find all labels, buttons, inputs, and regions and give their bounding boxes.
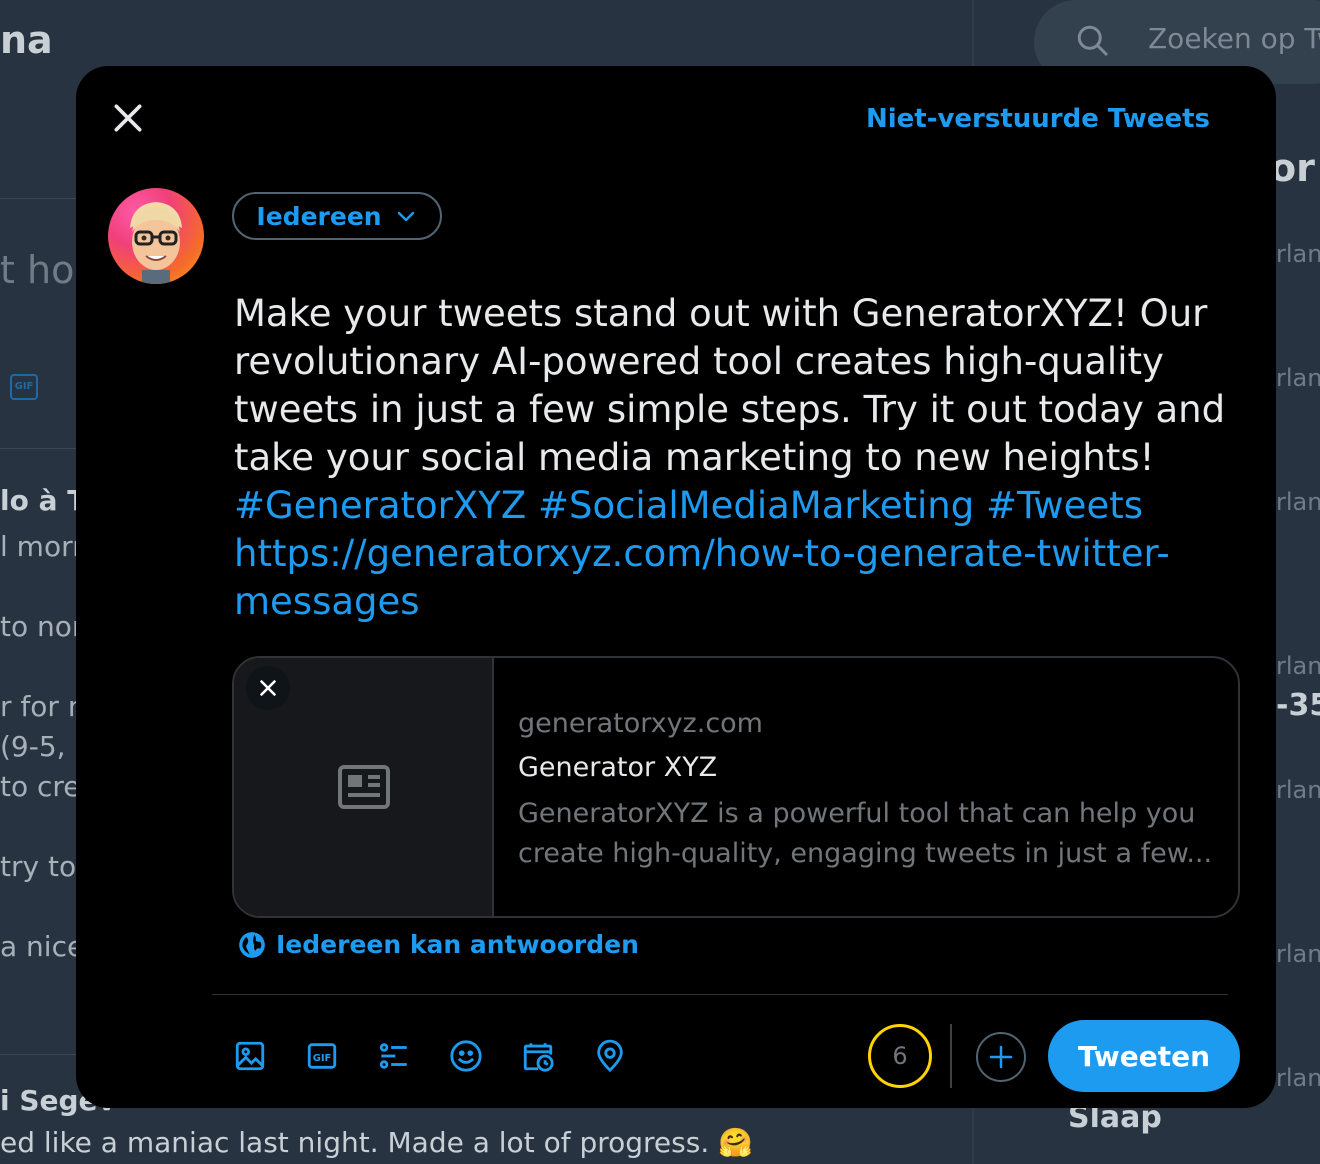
close-icon bbox=[260, 680, 276, 696]
svg-text:GIF: GIF bbox=[313, 1053, 332, 1064]
schedule-button[interactable] bbox=[520, 1036, 556, 1076]
bg-trend-location: rland bbox=[1276, 652, 1320, 680]
compose-toolbar: GIF bbox=[232, 1036, 628, 1076]
add-location-button[interactable] bbox=[592, 1036, 628, 1076]
add-media-button[interactable] bbox=[232, 1036, 268, 1076]
emoji-icon bbox=[450, 1040, 482, 1072]
tweet-hashtags: #GeneratorXYZ #SocialMediaMarketing #Twe… bbox=[234, 484, 1143, 527]
bg-divider bbox=[0, 1054, 76, 1055]
bg-trend-location: rland bbox=[1276, 776, 1320, 804]
bg-tweet-line: (9-5, bbox=[0, 730, 66, 763]
bg-trend-location: rland bbox=[1276, 488, 1320, 516]
bg-sidebar-heading: or j bbox=[1270, 146, 1320, 190]
memoji-avatar-image bbox=[130, 202, 182, 284]
reply-setting-label: Iedereen kan antwoorden bbox=[276, 930, 639, 959]
bg-trend-location: rland bbox=[1276, 240, 1320, 268]
tweet-text-editor[interactable]: Make your tweets stand out with Generato… bbox=[234, 290, 1234, 626]
link-preview-title: Generator XYZ bbox=[518, 752, 718, 783]
tweet-url: https://generatorxyz.com/how-to-generate… bbox=[234, 532, 1170, 623]
link-preview-card[interactable]: generatorxyz.com Generator XYZ Generator… bbox=[232, 656, 1240, 918]
bg-trend-location: rland bbox=[1276, 1064, 1320, 1092]
close-icon bbox=[114, 104, 142, 132]
bg-gif-icon: GIF bbox=[10, 374, 38, 400]
reply-setting-button[interactable]: Iedereen kan antwoorden bbox=[238, 930, 639, 959]
bg-header-title: na bbox=[0, 18, 53, 62]
add-poll-button[interactable] bbox=[376, 1036, 412, 1076]
plus-icon bbox=[989, 1045, 1013, 1069]
add-gif-button[interactable]: GIF bbox=[304, 1036, 340, 1076]
bg-divider bbox=[0, 198, 76, 199]
link-preview-domain: generatorxyz.com bbox=[518, 708, 763, 739]
bg-search-placeholder: Zoeken op Tw bbox=[1148, 22, 1320, 55]
location-icon bbox=[597, 1039, 623, 1073]
bg-tweet-line: to nor bbox=[0, 610, 84, 643]
bg-trend-location: rland bbox=[1276, 940, 1320, 968]
bg-divider bbox=[0, 448, 76, 449]
remove-link-preview-button[interactable] bbox=[246, 666, 290, 710]
search-icon bbox=[1077, 25, 1109, 57]
image-icon bbox=[235, 1041, 265, 1071]
article-icon bbox=[338, 765, 390, 809]
tweet-body-text: Make your tweets stand out with Generato… bbox=[234, 292, 1226, 479]
audience-selector[interactable]: Iedereen bbox=[232, 192, 442, 240]
bg-tweet-line: a nice bbox=[0, 930, 85, 963]
audience-label: Iedereen bbox=[256, 201, 382, 231]
chevron-down-icon bbox=[397, 211, 414, 222]
toolbar-separator bbox=[950, 1024, 952, 1088]
toolbar-divider bbox=[212, 994, 1228, 995]
avatar[interactable] bbox=[108, 188, 204, 284]
gif-icon: GIF bbox=[307, 1043, 337, 1069]
link-preview-thumbnail bbox=[234, 658, 494, 916]
add-tweet-to-thread-button[interactable] bbox=[976, 1032, 1026, 1082]
close-button[interactable] bbox=[108, 98, 148, 138]
link-preview-description: GeneratorXYZ is a powerful tool that can… bbox=[518, 798, 1213, 869]
poll-icon bbox=[379, 1043, 407, 1069]
compose-tweet-dialog: Niet-verstuurde Tweets Iedereen Make you… bbox=[76, 66, 1276, 1108]
bg-trend-location: rland bbox=[1276, 364, 1320, 392]
globe-icon bbox=[239, 931, 265, 958]
tweet-button[interactable]: Tweeten bbox=[1048, 1020, 1240, 1092]
bg-tweet-line: to cre bbox=[0, 770, 81, 803]
bg-tweet-text: ed like a maniac last night. Made a lot … bbox=[0, 1126, 753, 1159]
unsent-tweets-link[interactable]: Niet-verstuurde Tweets bbox=[866, 104, 1210, 134]
character-counter: 6 bbox=[868, 1024, 932, 1088]
add-emoji-button[interactable] bbox=[448, 1036, 484, 1076]
bg-tweet-line: try to bbox=[0, 850, 77, 883]
bg-trend-name: -35 bbox=[1276, 688, 1320, 723]
schedule-icon bbox=[523, 1043, 554, 1072]
